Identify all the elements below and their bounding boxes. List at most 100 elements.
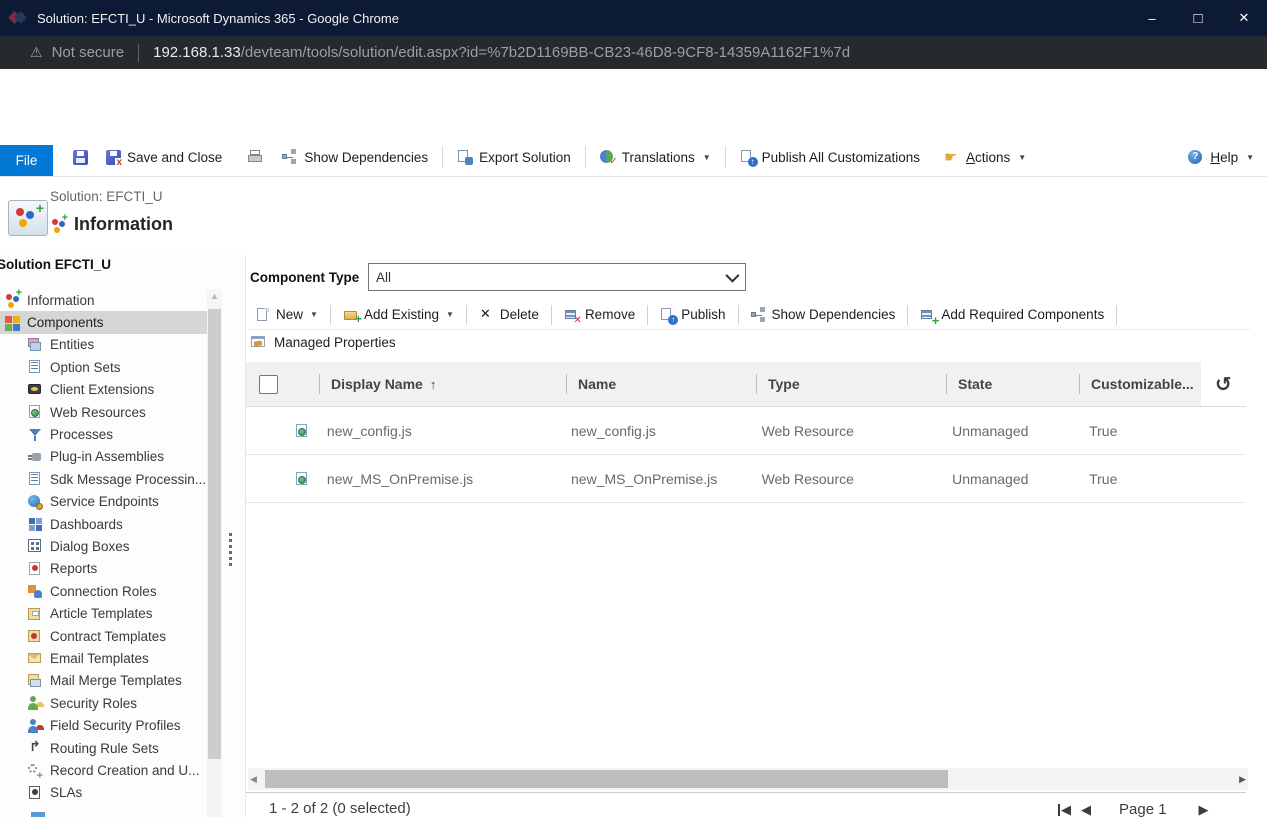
sidebar-item-option-sets[interactable]: Option Sets bbox=[0, 356, 207, 378]
publish-all-customizations-button[interactable]: Publish All Customizations bbox=[731, 149, 929, 165]
sidebar-item-label: Option Sets bbox=[50, 360, 121, 375]
sidebar-scrollbar[interactable]: ▲ bbox=[207, 289, 222, 817]
print-icon bbox=[248, 149, 264, 165]
sidebar-item-routing-rule-sets[interactable]: Routing Rule Sets bbox=[0, 737, 207, 759]
sidebar-item-service-endpoints[interactable]: Service Endpoints bbox=[0, 491, 207, 513]
help-button[interactable]: Help ▼ bbox=[1179, 149, 1263, 165]
file-tab[interactable]: File bbox=[0, 145, 53, 176]
sidebar-item-label: Entities bbox=[50, 337, 94, 352]
show-dependencies-button[interactable]: Show Dependencies bbox=[273, 149, 437, 165]
sidebar-item-plugin-assemblies[interactable]: Plug-in Assemblies bbox=[0, 446, 207, 468]
table-row[interactable]: new_MS_OnPremise.js new_MS_OnPremise.js … bbox=[246, 455, 1246, 503]
not-secure-warning-icon[interactable]: ⚠ bbox=[30, 44, 43, 61]
select-all-checkbox[interactable] bbox=[259, 375, 278, 394]
sidebar-item-article-templates[interactable]: Article Templates bbox=[0, 602, 207, 624]
next-page-button[interactable]: ▶ bbox=[1199, 802, 1209, 817]
minimize-button[interactable]: – bbox=[1129, 0, 1175, 36]
column-header-customizable[interactable]: Customizable... bbox=[1079, 362, 1201, 406]
sidebar-item-web-resources[interactable]: Web Resources bbox=[0, 401, 207, 423]
entities-icon bbox=[27, 337, 43, 353]
dashboards-icon bbox=[27, 516, 43, 532]
sidebar-item-entities[interactable]: Entities bbox=[0, 334, 207, 356]
remove-button[interactable]: Remove bbox=[557, 307, 642, 323]
save-button[interactable] bbox=[64, 150, 97, 165]
column-label: State bbox=[958, 376, 992, 392]
component-type-select[interactable]: All bbox=[368, 263, 746, 291]
column-header-state[interactable]: State bbox=[946, 362, 1079, 406]
security-label[interactable]: Not secure bbox=[52, 44, 125, 61]
translations-button[interactable]: Translations ▼ bbox=[591, 149, 720, 165]
page-title: Information bbox=[74, 214, 173, 235]
sidebar-item-label: SLAs bbox=[50, 785, 82, 800]
horizontal-scrollbar[interactable]: ◀ ▶ bbox=[248, 768, 1248, 790]
add-existing-button[interactable]: Add Existing ▼ bbox=[336, 307, 461, 323]
sidebar-item-slas[interactable]: SLAs bbox=[0, 782, 207, 804]
previous-page-button[interactable]: ◀ bbox=[1081, 802, 1091, 817]
sidebar-splitter-handle[interactable] bbox=[229, 533, 232, 567]
print-button[interactable] bbox=[239, 149, 273, 165]
delete-icon bbox=[479, 307, 495, 323]
sidebar-item-label: Field Security Profiles bbox=[50, 718, 181, 733]
sidebar-item-connection-roles[interactable]: Connection Roles bbox=[0, 580, 207, 602]
record-creation-icon bbox=[27, 762, 43, 778]
publish-button[interactable]: Publish bbox=[653, 307, 732, 323]
plugin-assemblies-icon bbox=[27, 449, 43, 465]
scroll-left-icon[interactable]: ◀ bbox=[250, 768, 257, 790]
toolbar-separator bbox=[647, 305, 648, 325]
column-separator bbox=[1079, 374, 1080, 394]
sidebar-item-contract-templates[interactable]: Contract Templates bbox=[0, 625, 207, 647]
export-solution-button[interactable]: Export Solution bbox=[448, 149, 580, 165]
sidebar-item-field-security-profiles[interactable]: Field Security Profiles bbox=[0, 714, 207, 736]
sidebar-item-dashboards[interactable]: Dashboards bbox=[0, 513, 207, 535]
url-domain[interactable]: 192.168.1.33 bbox=[153, 44, 241, 61]
refresh-button[interactable]: ↻ bbox=[1201, 362, 1246, 406]
sidebar-item-reports[interactable]: Reports bbox=[0, 558, 207, 580]
component-type-value: All bbox=[376, 270, 391, 285]
add-required-components-button[interactable]: Add Required Components bbox=[913, 307, 1111, 323]
column-header-name[interactable]: Name bbox=[566, 362, 756, 406]
delete-button[interactable]: Delete bbox=[472, 307, 546, 323]
sidebar-item-security-roles[interactable]: Security Roles bbox=[0, 692, 207, 714]
scrollbar-thumb[interactable] bbox=[265, 770, 948, 788]
sidebar-title: Solution EFCTI_U bbox=[0, 257, 111, 272]
scroll-up-icon[interactable]: ▲ bbox=[207, 291, 222, 301]
translations-icon bbox=[600, 149, 616, 165]
table-row[interactable]: new_config.js new_config.js Web Resource… bbox=[246, 407, 1246, 455]
new-button[interactable]: New ▼ bbox=[248, 307, 325, 323]
first-page-button[interactable]: ◀ bbox=[1058, 802, 1071, 817]
sidebar-item-mail-merge-templates[interactable]: Mail Merge Templates bbox=[0, 670, 207, 692]
save-and-close-button[interactable]: Save and Close bbox=[97, 150, 231, 165]
close-button[interactable]: ✕ bbox=[1221, 0, 1267, 36]
cell-display-name[interactable]: new_config.js bbox=[315, 407, 559, 454]
record-count: 1 - 2 of 2 (0 selected) bbox=[269, 800, 411, 817]
solution-sidebar: Solution EFCTI_U Information Components … bbox=[0, 255, 245, 817]
field-security-profiles-icon bbox=[27, 718, 43, 734]
component-type-label: Component Type bbox=[250, 270, 368, 285]
sidebar-item-email-templates[interactable]: Email Templates bbox=[0, 647, 207, 669]
maximize-button[interactable]: □ bbox=[1175, 0, 1221, 36]
sidebar-item-client-extensions[interactable]: Client Extensions bbox=[0, 379, 207, 401]
scrollbar-thumb[interactable] bbox=[208, 309, 221, 759]
connection-roles-icon bbox=[27, 583, 43, 599]
sidebar-item-dialog-boxes[interactable]: Dialog Boxes bbox=[0, 535, 207, 557]
save-and-close-label: Save and Close bbox=[127, 150, 222, 165]
address-bar[interactable]: ⚠ Not secure 192.168.1.33/devteam/tools/… bbox=[0, 36, 1267, 69]
sidebar-item-label: Email Templates bbox=[50, 651, 149, 666]
export-solution-label: Export Solution bbox=[479, 150, 571, 165]
sidebar-item-processes[interactable]: Processes bbox=[0, 423, 207, 445]
article-templates-icon bbox=[27, 606, 43, 622]
web-resource-icon bbox=[294, 471, 310, 487]
actions-button[interactable]: Actions ▼ bbox=[935, 149, 1035, 165]
sidebar-item-components[interactable]: Components bbox=[0, 311, 207, 333]
url-path[interactable]: /devteam/tools/solution/edit.aspx?id=%7b… bbox=[241, 44, 850, 61]
grid-show-dependencies-button[interactable]: Show Dependencies bbox=[744, 307, 903, 323]
sidebar-item-record-creation[interactable]: Record Creation and U... bbox=[0, 759, 207, 781]
translations-label: Translations bbox=[622, 150, 695, 165]
column-header-display-name[interactable]: Display Name ↑ bbox=[319, 362, 566, 406]
cell-display-name[interactable]: new_MS_OnPremise.js bbox=[315, 455, 559, 502]
column-header-type[interactable]: Type bbox=[756, 362, 946, 406]
scroll-right-icon[interactable]: ▶ bbox=[1239, 768, 1246, 790]
managed-properties-button[interactable]: Managed Properties bbox=[250, 334, 396, 350]
sidebar-item-information[interactable]: Information bbox=[0, 289, 207, 311]
sidebar-item-sdk-message-processing[interactable]: Sdk Message Processin... bbox=[0, 468, 207, 490]
